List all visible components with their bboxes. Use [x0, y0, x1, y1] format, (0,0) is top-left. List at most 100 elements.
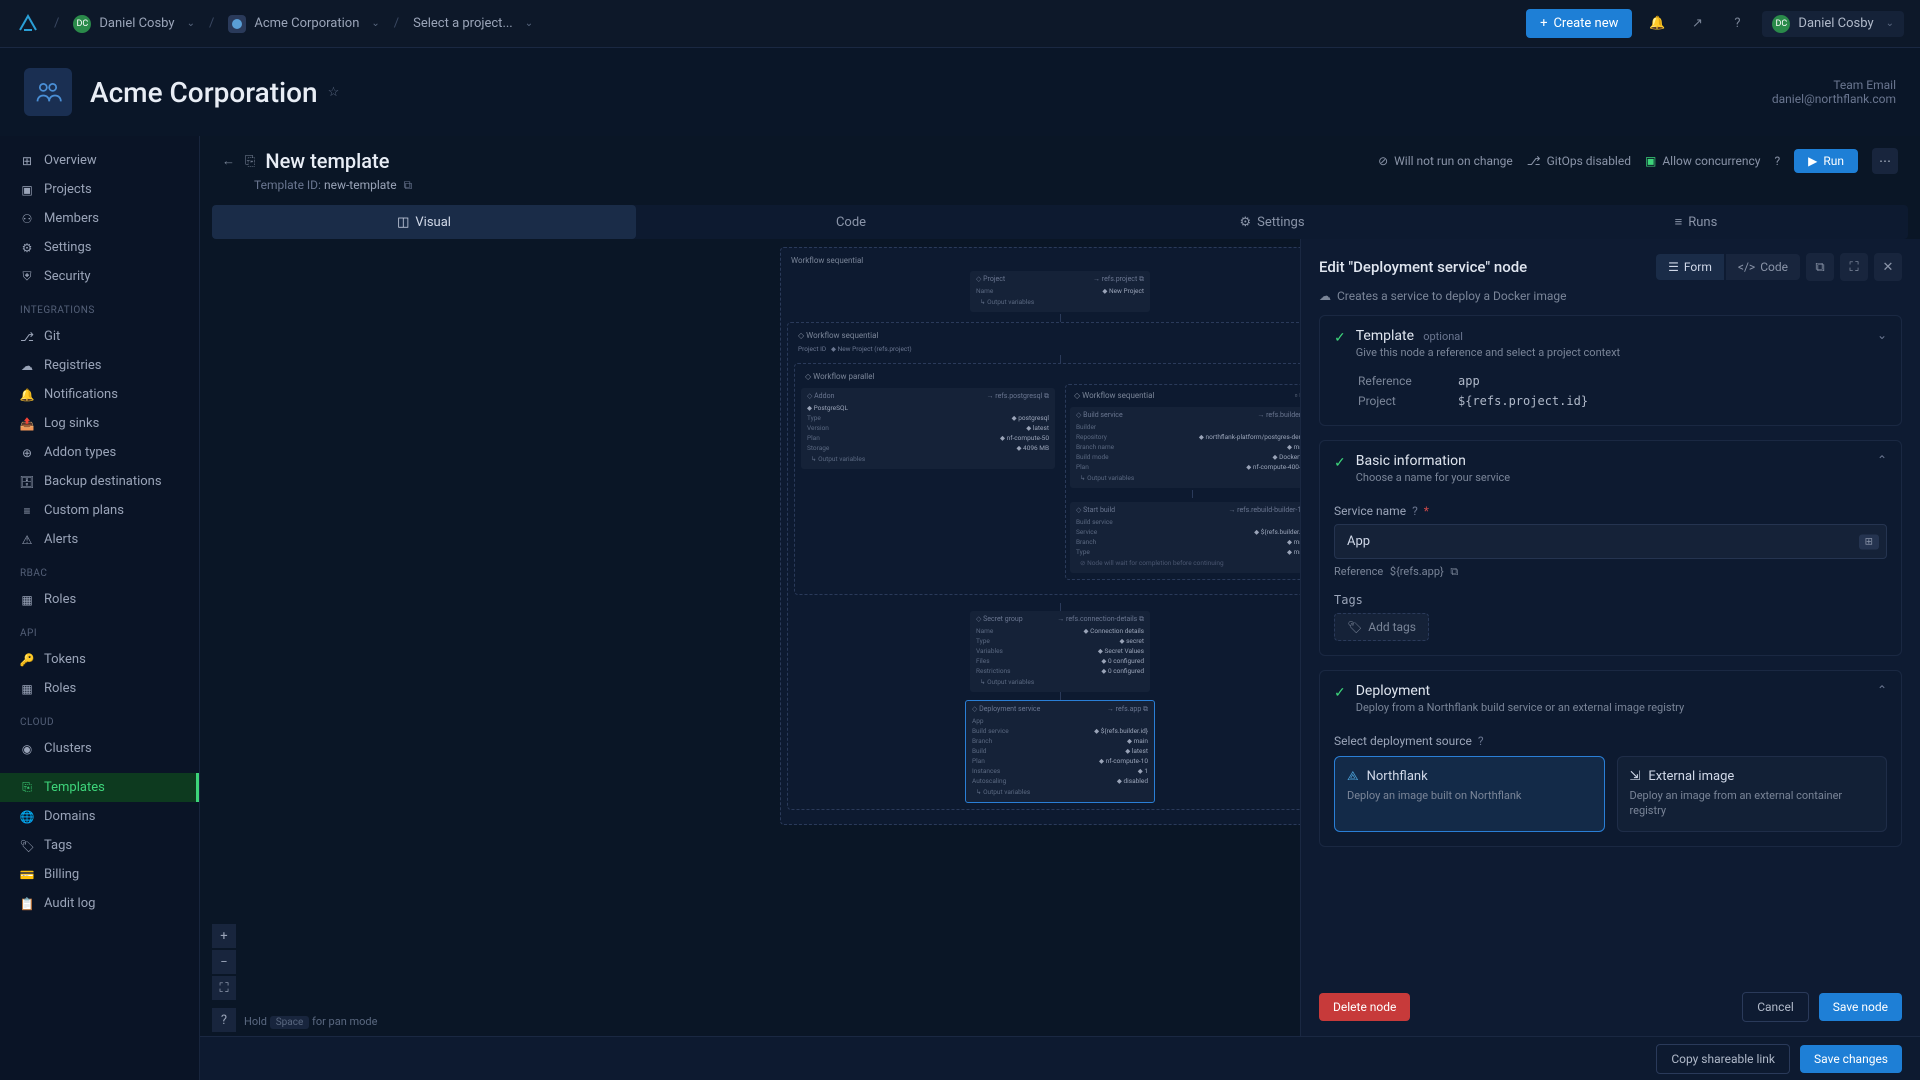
sidebar-item-log-sinks[interactable]: 📤Log sinks	[0, 409, 199, 438]
close-panel-button[interactable]: ✕	[1874, 253, 1902, 281]
sidebar-section-api: API	[0, 614, 199, 645]
sidebar-icon: 📤	[20, 417, 34, 431]
sidebar-item-overview[interactable]: ⊞Overview	[0, 146, 199, 175]
user-menu[interactable]: DC Daniel Cosby ⌄	[1762, 11, 1904, 37]
sidebar-item-roles[interactable]: ▦Roles	[0, 585, 199, 614]
help-canvas-button[interactable]: ?	[212, 1008, 236, 1032]
delete-node-button[interactable]: Delete node	[1319, 993, 1410, 1021]
node-addon[interactable]: ◇ Addon→ refs.postgresql ⧉ ◆ PostgreSQL …	[801, 388, 1055, 469]
section-template-header[interactable]: ✓ Template optional Give this node a ref…	[1320, 316, 1901, 371]
node-project[interactable]: ◇ Project→ refs.project ⧉ Name◆ New Proj…	[970, 271, 1150, 312]
copy-link-button[interactable]: Copy shareable link	[1656, 1044, 1790, 1074]
sidebar-item-backup-destinations[interactable]: 🗄Backup destinations	[0, 467, 199, 496]
sidebar-item-projects[interactable]: ▣Projects	[0, 175, 199, 204]
run-button[interactable]: ▶Run	[1794, 149, 1858, 173]
tab-settings[interactable]: ⚙Settings	[1060, 205, 1484, 239]
sidebar-item-settings[interactable]: ⚙Settings	[0, 233, 199, 262]
tab-visual[interactable]: ◫Visual	[212, 205, 636, 239]
node-start-build[interactable]: ◇ Start build→ refs.rebuild-builder-1 ⧉ …	[1070, 502, 1314, 573]
favorite-button[interactable]: ☆	[328, 85, 340, 100]
copy-icon[interactable]: ⧉	[404, 178, 413, 192]
deploy-option-northflank[interactable]: ⟁Northflank Deploy an image built on Nor…	[1334, 756, 1605, 832]
add-tags-button[interactable]: 🏷 Add tags	[1334, 613, 1429, 641]
section-basic-info: ✓ Basic information Choose a name for yo…	[1319, 440, 1902, 656]
gitops-toggle[interactable]: ⎇GitOps disabled	[1527, 154, 1631, 168]
breadcrumb-project[interactable]: Select a project... ⌄	[403, 12, 543, 35]
canvas[interactable]: Workflow sequential▫ ▫ ◇ Project→ refs.p…	[200, 239, 1920, 1080]
zoom-in-button[interactable]: +	[212, 924, 236, 948]
sidebar-item-audit-log[interactable]: 📋Audit log	[0, 889, 199, 918]
workflow-parallel[interactable]: ◇ Workflow parallel▫ ⧉ ▫ ◇ Addon→ refs.p…	[794, 363, 1326, 595]
sidebar-item-notifications[interactable]: 🔔Notifications	[0, 380, 199, 409]
sidebar-item-clusters[interactable]: ◉Clusters	[0, 734, 199, 763]
sidebar-item-label: Backup destinations	[44, 474, 162, 489]
sidebar-item-tokens[interactable]: 🔑Tokens	[0, 645, 199, 674]
template-icon: ⎘	[245, 154, 255, 169]
breadcrumb-corp-label: Acme Corporation	[254, 16, 359, 31]
notifications-button[interactable]: 🔔	[1642, 9, 1672, 39]
updates-button[interactable]: ↗	[1682, 9, 1712, 39]
sidebar-item-addon-types[interactable]: ⊕Addon types	[0, 438, 199, 467]
save-node-button[interactable]: Save node	[1819, 993, 1902, 1021]
info-button[interactable]: ?	[1774, 154, 1780, 168]
more-button[interactable]: ⋯	[1872, 148, 1898, 174]
tab-icon: ◫	[397, 215, 409, 230]
workflow-sequential-build[interactable]: ◇ Workflow sequential▫ ⧉ ▫ ◇ Build servi…	[1065, 384, 1319, 580]
copy-icon[interactable]: ⧉	[1450, 565, 1458, 578]
help-icon[interactable]: ?	[1478, 734, 1484, 748]
node-deployment-service[interactable]: ◇ Deployment service→ refs.app ⧉ AppBuil…	[965, 700, 1155, 803]
sidebar-icon: 🔔	[20, 388, 34, 402]
save-changes-button[interactable]: Save changes	[1800, 1045, 1902, 1073]
separator: /	[54, 16, 59, 31]
back-button[interactable]: ←	[222, 153, 235, 169]
cloud-icon: ☁	[1319, 289, 1331, 303]
sidebar-item-registries[interactable]: ☁Registries	[0, 351, 199, 380]
tab-code[interactable]: Code	[636, 205, 1060, 239]
zoom-out-button[interactable]: −	[212, 950, 236, 974]
fit-button[interactable]: ⛶	[212, 976, 236, 1000]
close-icon: ✕	[1883, 260, 1894, 275]
sidebar-item-label: Billing	[44, 867, 79, 882]
block-icon: ⊘	[1378, 154, 1388, 168]
help-icon[interactable]: ?	[1412, 504, 1418, 518]
expand-button[interactable]: ⛶	[1840, 253, 1868, 281]
sidebar-item-domains[interactable]: 🌐Domains	[0, 802, 199, 831]
breadcrumb-corp[interactable]: Acme Corporation ⌄	[218, 11, 389, 37]
sidebar-item-members[interactable]: ⚇Members	[0, 204, 199, 233]
input-badge[interactable]: ⊞	[1859, 534, 1879, 549]
tab-runs[interactable]: ≡Runs	[1484, 205, 1908, 239]
sidebar-item-alerts[interactable]: ⚠Alerts	[0, 525, 199, 554]
node-build-service[interactable]: ◇ Build service→ refs.builder ⧉ BuilderR…	[1070, 407, 1314, 488]
code-tab[interactable]: </>Code	[1726, 254, 1800, 280]
workflow-sequential-inner[interactable]: ◇ Workflow sequential▫ ⧉ ▫ Project ID ◆ …	[787, 322, 1333, 810]
copy-icon: ⧉	[1815, 260, 1824, 275]
node-secret-group[interactable]: ◇ Secret group→ refs.connection-details …	[970, 611, 1150, 692]
create-new-button[interactable]: + Create new	[1526, 9, 1632, 38]
section-deployment-header[interactable]: ✓ Deployment Deploy from a Northflank bu…	[1320, 671, 1901, 726]
breadcrumb-user[interactable]: DC Daniel Cosby ⌄	[63, 11, 205, 37]
tab-label: Runs	[1688, 215, 1717, 230]
cancel-button[interactable]: Cancel	[1742, 992, 1809, 1022]
sidebar-icon: ≡	[20, 504, 34, 518]
workflow-sequential-outer[interactable]: Workflow sequential▫ ▫ ◇ Project→ refs.p…	[780, 247, 1340, 825]
sidebar-item-roles[interactable]: ▦Roles	[0, 674, 199, 703]
concurrency-toggle[interactable]: ▣Allow concurrency	[1645, 154, 1760, 168]
help-button[interactable]: ?	[1722, 9, 1752, 39]
sidebar-item-security[interactable]: ⛨Security	[0, 262, 199, 291]
separator: /	[394, 16, 399, 31]
sidebar-icon: ⊕	[20, 446, 34, 460]
sidebar-item-git[interactable]: ⎇Git	[0, 322, 199, 351]
sidebar-item-tags[interactable]: 🏷Tags	[0, 831, 199, 860]
corp-icon	[228, 15, 246, 33]
sidebar-item-billing[interactable]: 💳Billing	[0, 860, 199, 889]
deploy-option-external[interactable]: ⇲External image Deploy an image from an …	[1617, 756, 1888, 832]
sidebar-item-custom-plans[interactable]: ≡Custom plans	[0, 496, 199, 525]
form-tab[interactable]: ☰Form	[1656, 254, 1724, 280]
run-on-change-toggle[interactable]: ⊘Will not run on change	[1378, 154, 1513, 168]
service-name-input[interactable]	[1334, 524, 1887, 559]
sidebar-item-templates[interactable]: ⎘Templates	[0, 773, 199, 802]
copy-button[interactable]: ⧉	[1806, 253, 1834, 281]
section-basic-header[interactable]: ✓ Basic information Choose a name for yo…	[1320, 441, 1901, 496]
logo[interactable]	[16, 12, 40, 36]
sidebar-icon: ▦	[20, 682, 34, 696]
